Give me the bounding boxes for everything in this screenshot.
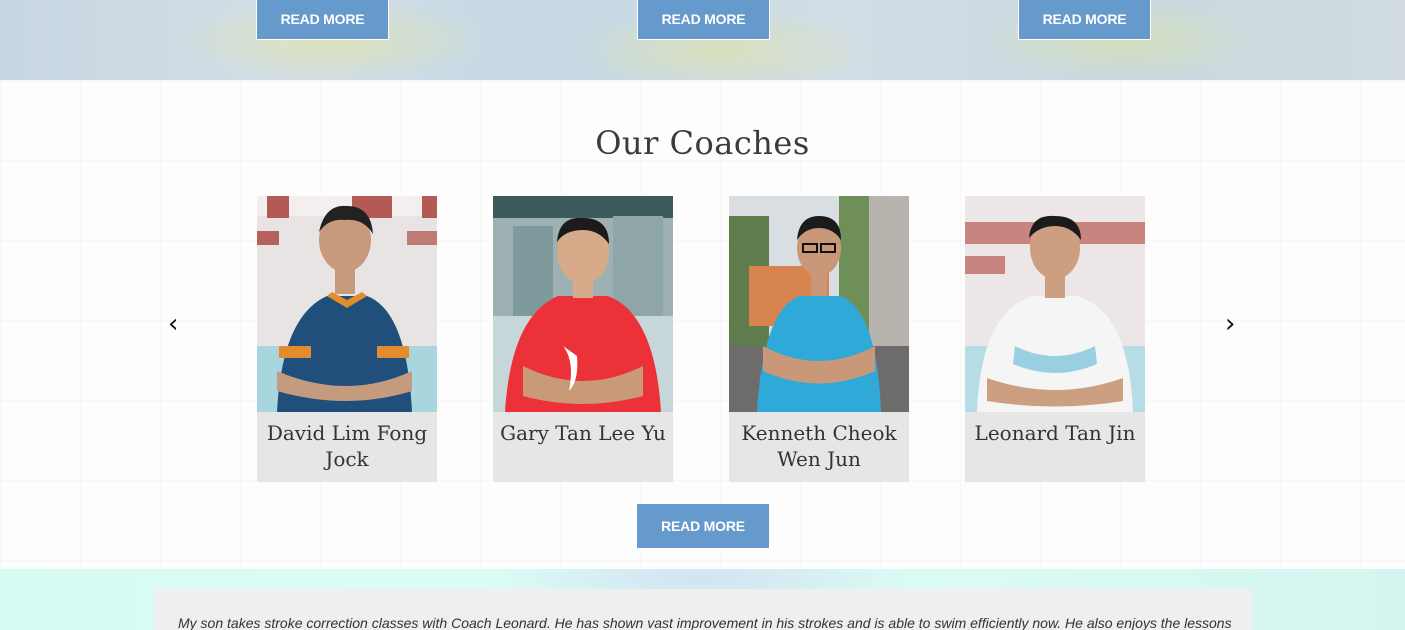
testimonial-section: My son takes stroke correction classes w… <box>0 569 1405 630</box>
carousel-next-arrow[interactable]: › <box>1225 311 1235 337</box>
read-more-button-2[interactable]: READ MORE <box>637 0 770 40</box>
testimonial-text: My son takes stroke correction classes w… <box>154 589 1253 630</box>
coach-photo <box>493 196 673 412</box>
coach-name: Kenneth Cheok Wen Jun <box>741 421 897 471</box>
section-title: Our Coaches <box>595 124 810 162</box>
coach-card[interactable]: David Lim Fong Jock <box>257 196 437 482</box>
coach-photo <box>965 196 1145 412</box>
coach-card[interactable]: Leonard Tan Jin <box>965 196 1145 482</box>
read-more-button-3[interactable]: READ MORE <box>1018 0 1151 40</box>
coach-photo <box>257 196 437 412</box>
coach-card[interactable]: Gary Tan Lee Yu <box>493 196 673 482</box>
read-more-button-1[interactable]: READ MORE <box>256 0 389 40</box>
coaches-read-more-button[interactable]: READ MORE <box>637 504 769 548</box>
coach-photo <box>729 196 909 412</box>
top-banner: READ MORE READ MORE READ MORE <box>0 0 1405 80</box>
coach-name: Gary Tan Lee Yu <box>500 421 666 445</box>
coach-name: David Lim Fong Jock <box>266 421 428 471</box>
coach-card[interactable]: Kenneth Cheok Wen Jun <box>729 196 909 482</box>
coach-name: Leonard Tan Jin <box>974 421 1136 445</box>
coaches-section: Our Coaches ‹ › David Lim Fong Jock Gary… <box>0 80 1405 569</box>
carousel-prev-arrow[interactable]: ‹ <box>168 311 178 337</box>
